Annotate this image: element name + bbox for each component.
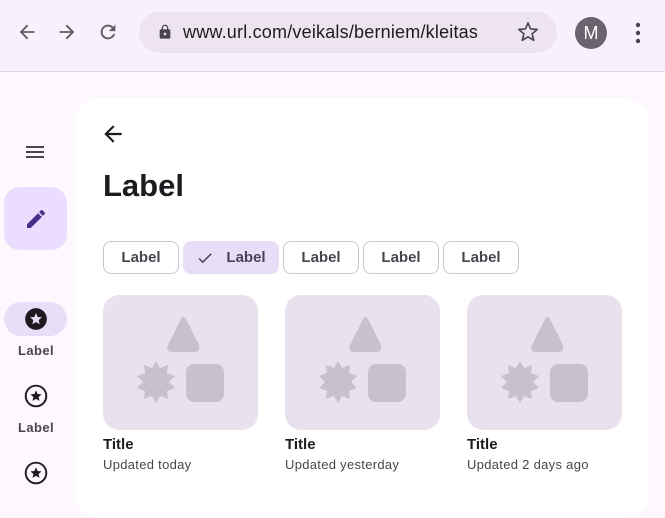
filter-chip[interactable]: Label: [283, 241, 359, 274]
arrow-right-icon: [59, 24, 75, 40]
chip-label: Label: [381, 249, 421, 266]
arrow-left-icon: [19, 24, 35, 40]
pencil-icon: [26, 209, 45, 228]
chip-label: Label: [121, 249, 161, 266]
chip-label: Label: [461, 249, 501, 266]
shapes-placeholder-icon: [319, 317, 406, 403]
url-text[interactable]: www.url.com/veikals/berniem/kleitas: [183, 22, 478, 43]
thumbnail-placeholder: [285, 295, 440, 430]
rail-item-label: Label: [18, 343, 54, 358]
content-tile[interactable]: Title Updated yesterday: [285, 295, 440, 472]
back-arrow-icon[interactable]: [100, 121, 126, 147]
thumbnail-placeholder: [103, 295, 258, 430]
address-bar[interactable]: www.url.com/veikals/berniem/kleitas: [139, 12, 557, 53]
content-tile[interactable]: Title Updated 2 days ago: [467, 295, 622, 472]
chip-label: Label: [226, 249, 266, 266]
star-circle-outline-icon: [24, 461, 47, 485]
tile-subtitle: Updated today: [103, 457, 192, 472]
tile-title: Title: [467, 436, 498, 453]
rail-item-label: Label: [18, 420, 54, 435]
shapes-placeholder-icon: [501, 317, 588, 403]
filter-chip[interactable]: Label: [103, 241, 179, 274]
back-nav-button[interactable]: [13, 18, 41, 46]
thumbnail-placeholder: [467, 295, 622, 430]
page-title: Label: [103, 168, 184, 203]
browser-toolbar: www.url.com/veikals/berniem/kleitas M: [0, 0, 665, 72]
content-card: Label Label Label Label Label Label Titl…: [76, 98, 648, 518]
filter-chip[interactable]: Label: [363, 241, 439, 274]
rail-icon-holder: [4, 379, 67, 413]
edit-fab-button[interactable]: [4, 187, 67, 250]
filter-chip-selected[interactable]: Label: [183, 241, 279, 274]
content-tile[interactable]: Title Updated today: [103, 295, 258, 472]
tile-title: Title: [103, 436, 134, 453]
more-vert-icon[interactable]: [628, 20, 648, 46]
check-icon: [198, 252, 213, 263]
avatar[interactable]: M: [575, 17, 607, 49]
avatar-initial: M: [583, 22, 599, 43]
rail-indicator: [4, 302, 67, 336]
shapes-placeholder-icon: [137, 317, 224, 403]
tile-title: Title: [285, 436, 316, 453]
tile-subtitle: Updated 2 days ago: [467, 457, 589, 472]
lock-icon: [159, 24, 171, 39]
reload-icon: [100, 24, 116, 40]
tile-subtitle: Updated yesterday: [285, 457, 400, 472]
reload-button[interactable]: [94, 18, 122, 46]
star-circle-icon: [24, 308, 47, 330]
filter-chip[interactable]: Label: [443, 241, 519, 274]
forward-nav-button[interactable]: [53, 18, 81, 46]
menu-icon[interactable]: [23, 140, 47, 164]
bookmark-star-icon[interactable]: [517, 21, 539, 43]
star-circle-outline-icon: [24, 384, 47, 408]
chip-label: Label: [301, 249, 341, 266]
